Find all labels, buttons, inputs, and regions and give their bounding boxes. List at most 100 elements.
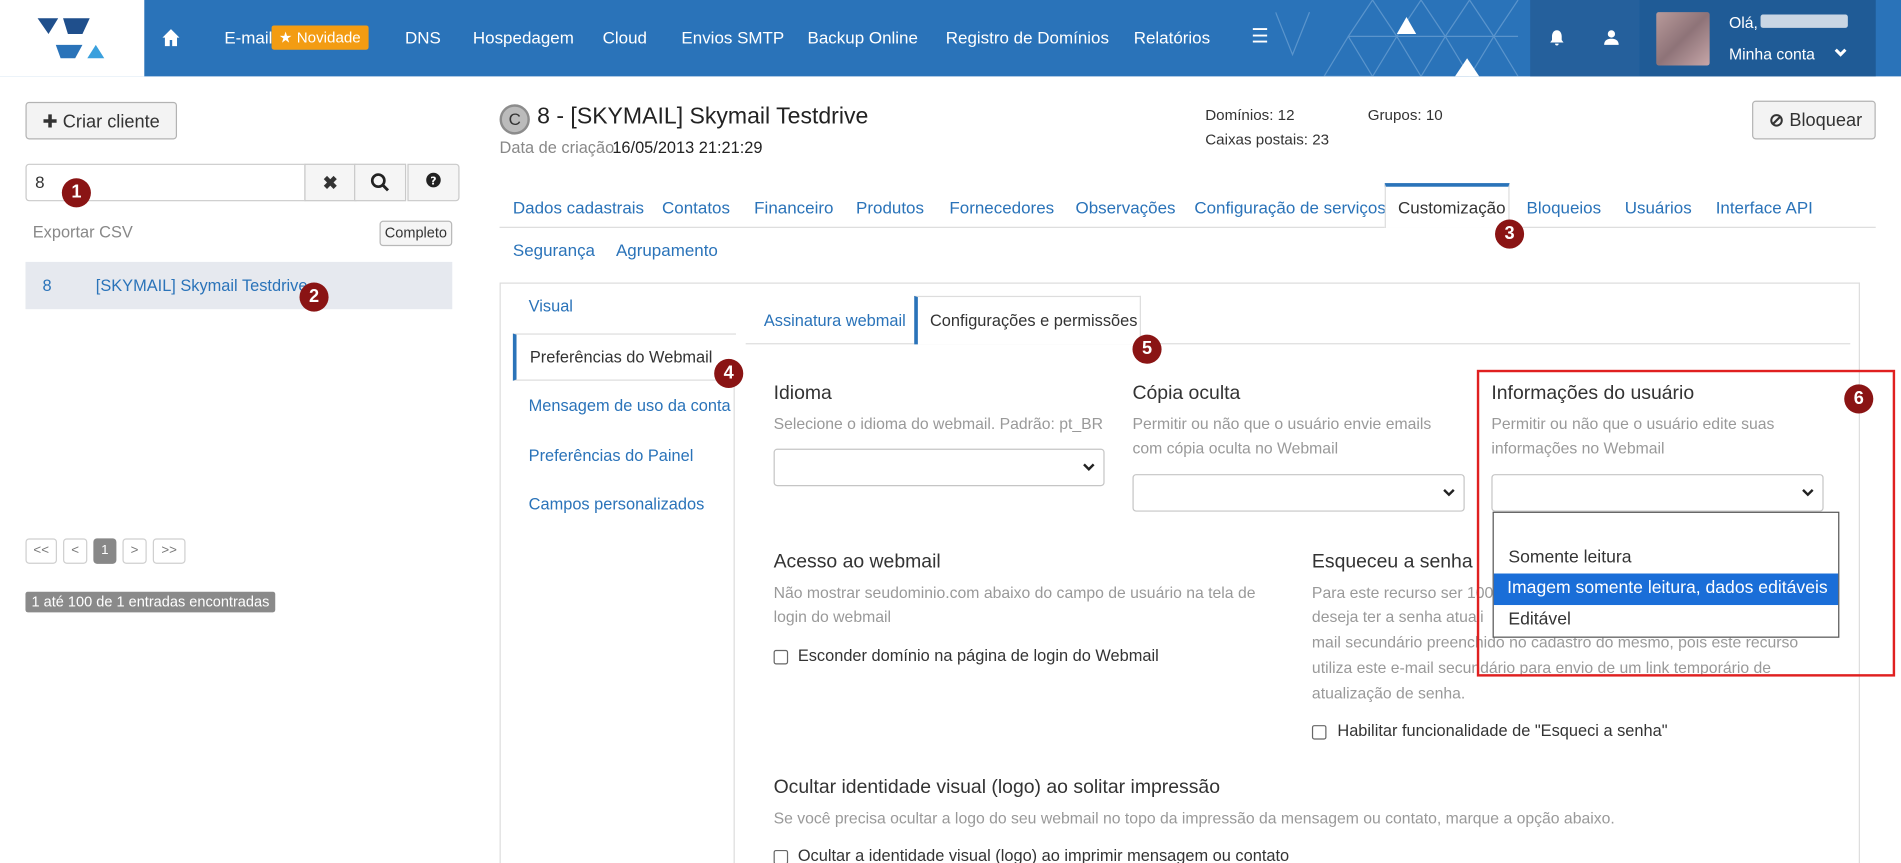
- webmail-access-title: Acesso ao webmail: [773, 551, 941, 573]
- groups-count: Grupos: 10: [1367, 106, 1443, 124]
- nav-smtp[interactable]: Envios SMTP: [681, 28, 784, 47]
- tab-grouping[interactable]: Agrupamento: [616, 240, 718, 259]
- chevron-down-icon: [1083, 463, 1095, 471]
- step-marker-6: 6: [1844, 384, 1874, 414]
- tab-products[interactable]: Produtos: [856, 198, 924, 217]
- question-icon: ?: [426, 172, 441, 188]
- language-desc: Selecione o idioma do webmail. Padrão: p…: [773, 414, 1104, 433]
- forgot-desc-line2: deseja ter a senha atuali: [1311, 607, 1484, 626]
- subtabs-divider: [745, 343, 1851, 345]
- nav-cloud[interactable]: Cloud: [603, 28, 647, 47]
- menu-icon[interactable]: ☰: [1251, 24, 1268, 48]
- export-csv-link[interactable]: Exportar CSV: [33, 223, 133, 241]
- hide-domain-checkbox[interactable]: [773, 649, 789, 665]
- home-icon[interactable]: [160, 27, 182, 49]
- tab-security[interactable]: Segurança: [513, 240, 595, 259]
- greeting: Olá,: [1729, 13, 1758, 32]
- pagination-last[interactable]: >>: [152, 538, 186, 564]
- nav-hosting[interactable]: Hospedagem: [473, 28, 574, 47]
- tab-service-config[interactable]: Configuração de serviços: [1194, 198, 1386, 217]
- tab-blocks[interactable]: Bloqueios: [1527, 198, 1602, 217]
- tab-customization-label[interactable]: Customização: [1398, 198, 1506, 217]
- step-marker-5: 5: [1132, 334, 1162, 364]
- bcc-select[interactable]: [1132, 474, 1465, 512]
- sidenav-panel-prefs[interactable]: Preferências do Painel: [529, 446, 694, 464]
- bcc-desc-line2: com cópia oculta no Webmail: [1132, 438, 1339, 458]
- chevron-down-icon[interactable]: [1833, 47, 1848, 59]
- client-type-badge: C: [499, 104, 530, 135]
- subtab-signature[interactable]: Assinatura webmail: [764, 312, 906, 330]
- tab-financial[interactable]: Financeiro: [754, 198, 833, 217]
- forgot-desc-line5: atualização de senha.: [1311, 683, 1466, 703]
- tab-registration[interactable]: Dados cadastrais: [513, 198, 644, 217]
- plus-icon: ✚: [42, 111, 58, 133]
- background-pattern: [1275, 0, 1519, 77]
- language-select[interactable]: [773, 448, 1105, 487]
- mailboxes-count: Caixas postais: 23: [1205, 130, 1330, 148]
- sidenav-divider: [733, 333, 735, 863]
- result-id[interactable]: 8: [42, 276, 51, 294]
- close-icon: ✖: [322, 173, 339, 194]
- my-account-link[interactable]: Minha conta: [1729, 45, 1815, 63]
- search-icon: [370, 173, 390, 192]
- sidenav-webmail-prefs-label[interactable]: Preferências do Webmail: [530, 348, 713, 366]
- sidenav-usage-message[interactable]: Mensagem de uso da conta: [529, 396, 731, 414]
- help-button[interactable]: ?: [407, 163, 460, 202]
- hide-domain-label[interactable]: Esconder domínio na página de login do W…: [798, 646, 1159, 664]
- tab-contacts[interactable]: Contatos: [662, 198, 730, 217]
- block-button-label: Bloquear: [1789, 110, 1863, 131]
- svg-text:?: ?: [430, 174, 436, 187]
- tab-notes[interactable]: Observações: [1075, 198, 1175, 217]
- logo-icon: [37, 18, 105, 59]
- hide-logo-desc: Se você precisa ocultar a logo do seu we…: [773, 808, 1615, 827]
- ban-icon: ⊘: [1769, 110, 1785, 131]
- pagination-first[interactable]: <<: [25, 538, 57, 564]
- tab-suppliers[interactable]: Fornecedores: [949, 198, 1054, 217]
- created-value: 16/05/2013 21:21:29: [612, 138, 763, 157]
- hide-logo-checkbox[interactable]: [773, 849, 789, 863]
- nav-email[interactable]: E-mail: [224, 28, 272, 47]
- webmail-access-desc-line2: login do webmail: [773, 607, 891, 626]
- block-button[interactable]: ⊘ Bloquear: [1752, 100, 1876, 140]
- tab-api[interactable]: Interface API: [1716, 198, 1813, 217]
- nav-backup[interactable]: Backup Online: [808, 28, 918, 47]
- bell-icon[interactable]: [1548, 29, 1565, 46]
- entries-count-badge: 1 até 100 de 1 entradas encontradas: [25, 591, 276, 613]
- bcc-title: Cópia oculta: [1132, 383, 1241, 404]
- tabs-divider: [499, 226, 1876, 228]
- new-badge-label: Novidade: [296, 29, 361, 47]
- forgot-password-label[interactable]: Habilitar funcionalidade de "Esqueci a s…: [1337, 721, 1667, 739]
- result-name-link[interactable]: [SKYMAIL] Skymail Testdrive: [96, 276, 308, 294]
- step-marker-4: 4: [714, 358, 744, 388]
- nav-domains[interactable]: Registro de Domínios: [946, 28, 1109, 47]
- search-button[interactable]: [354, 163, 407, 202]
- pagination-page-1[interactable]: 1: [93, 538, 117, 564]
- avatar[interactable]: [1656, 12, 1710, 66]
- complete-button[interactable]: Completo: [379, 220, 453, 247]
- nav-dns[interactable]: DNS: [405, 28, 441, 47]
- sidenav-custom-fields[interactable]: Campos personalizados: [529, 495, 705, 513]
- webmail-access-desc-line1: Não mostrar seudominio.com abaixo do cam…: [773, 583, 1256, 602]
- pagination-prev[interactable]: <: [63, 538, 88, 564]
- chevron-down-icon: [1443, 488, 1455, 497]
- step-marker-2: 2: [299, 282, 329, 312]
- brand-logo[interactable]: [0, 0, 145, 77]
- forgot-password-checkbox[interactable]: [1311, 725, 1327, 740]
- pagination-next[interactable]: >: [122, 538, 147, 564]
- clear-search-button[interactable]: ✖: [304, 163, 357, 202]
- step-marker-3: 3: [1495, 219, 1525, 249]
- domains-count: Domínios: 12: [1205, 106, 1295, 124]
- star-icon: ★: [278, 29, 293, 47]
- blurred-username: [1760, 14, 1848, 28]
- new-badge[interactable]: ★ Novidade: [271, 25, 369, 50]
- user-icon[interactable]: [1603, 29, 1620, 46]
- created-label: Data de criação: [499, 138, 615, 157]
- sidenav-visual[interactable]: Visual: [529, 297, 573, 315]
- hide-logo-label[interactable]: Ocultar a identidade visual (logo) ao im…: [798, 846, 1289, 863]
- nav-reports[interactable]: Relatórios: [1134, 28, 1210, 47]
- page-title: 8 - [SKYMAIL] Skymail Testdrive: [537, 104, 869, 130]
- subtab-settings-label[interactable]: Configurações e permissões: [930, 312, 1137, 330]
- step-marker-1: 1: [61, 178, 91, 208]
- create-client-button[interactable]: ✚ Criar cliente: [25, 101, 178, 140]
- tab-users[interactable]: Usuários: [1625, 198, 1692, 217]
